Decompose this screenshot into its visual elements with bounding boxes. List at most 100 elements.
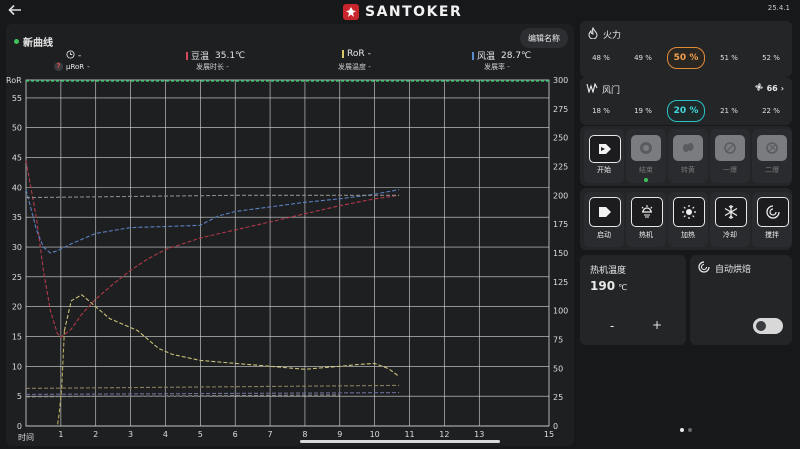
control-panel: 启动 热机 加热 冷却 搅拌 bbox=[580, 188, 792, 250]
stop-icon bbox=[631, 135, 661, 161]
damper-option[interactable]: 21 % bbox=[711, 101, 747, 121]
fan-icon bbox=[754, 82, 764, 94]
fire-power-option[interactable]: 49 % bbox=[625, 48, 661, 68]
y-left-tick-label: 55 bbox=[12, 94, 22, 103]
chevron-right-icon: › bbox=[780, 83, 784, 93]
phase-button-label: 转黄 bbox=[681, 166, 695, 174]
heat-sun-icon bbox=[673, 197, 705, 227]
fire-power-panel: 火力 48 % 49 % 50 % 51 % 52 % bbox=[580, 21, 792, 77]
x-tick-label: 11 bbox=[404, 430, 414, 439]
air-color-marker bbox=[472, 51, 474, 60]
control-button-label: 冷却 bbox=[723, 231, 737, 239]
control-button-label: 热机 bbox=[639, 231, 653, 239]
play-icon bbox=[589, 135, 621, 163]
increase-temp-button[interactable]: + bbox=[652, 318, 662, 332]
phase-button[interactable]: 二爆 bbox=[752, 129, 792, 183]
y-left-tick-label: 20 bbox=[12, 303, 22, 312]
auto-roast-header: 自动烘焙 bbox=[698, 261, 751, 276]
auto-roast-toggle[interactable] bbox=[753, 318, 783, 334]
fire-power-option[interactable]: 48 % bbox=[583, 48, 619, 68]
fire-power-header: 火力 bbox=[588, 26, 622, 42]
x-tick-label: 4 bbox=[163, 430, 168, 439]
control-button[interactable]: 启动 bbox=[584, 192, 624, 247]
flame-icon bbox=[588, 26, 598, 42]
time-readout: - bbox=[66, 50, 81, 62]
crack-one-icon bbox=[715, 135, 745, 161]
x-tick-label: 12 bbox=[439, 430, 449, 439]
phase-button[interactable]: 一爆 bbox=[710, 129, 750, 183]
damper-option[interactable]: 20 % bbox=[667, 100, 705, 122]
auto-roast-panel: 自动烘焙 bbox=[690, 255, 792, 345]
phase-button[interactable]: 开始 bbox=[584, 129, 624, 183]
ror-readout: RoR - bbox=[342, 49, 371, 59]
x-tick-label: 1 bbox=[58, 430, 63, 439]
fan-speed-readout[interactable]: 66 › bbox=[754, 82, 784, 94]
series-line-2 bbox=[25, 194, 400, 199]
phase-button-label: 结束 bbox=[639, 166, 653, 174]
x-tick-label: 8 bbox=[302, 430, 307, 439]
decrease-temp-button[interactable]: - bbox=[610, 319, 614, 333]
uror-readout: ? μRoR - bbox=[54, 62, 90, 71]
bean-temp-value: 35.1℃ bbox=[215, 50, 246, 61]
fan-speed-value: 66 bbox=[766, 83, 778, 93]
x-tick-label: 5 bbox=[198, 430, 203, 439]
damper-option[interactable]: 19 % bbox=[625, 101, 661, 121]
fire-power-option[interactable]: 50 % bbox=[667, 47, 705, 69]
control-button[interactable]: 加热 bbox=[668, 192, 708, 247]
preheat-temp-value: 190 bbox=[590, 279, 616, 293]
preheat-temp: 190 ℃ bbox=[590, 279, 627, 293]
control-button[interactable]: 热机 bbox=[626, 192, 666, 247]
y-right-tick-label: 250 bbox=[553, 134, 568, 143]
y-right-tick-label: 300 bbox=[553, 76, 568, 85]
phase-button[interactable]: 结束 bbox=[626, 129, 666, 183]
control-button[interactable]: 搅拌 bbox=[752, 192, 792, 247]
x-tick-label: 13 bbox=[474, 430, 484, 439]
y-left-tick-label: 25 bbox=[12, 273, 22, 282]
fire-power-option[interactable]: 51 % bbox=[711, 48, 747, 68]
preheat-temp-unit: ℃ bbox=[618, 283, 628, 292]
y-right-tick-label: 25 bbox=[553, 393, 563, 402]
y-left-tick-label: 10 bbox=[12, 362, 22, 371]
auto-roast-label: 自动烘焙 bbox=[715, 265, 752, 275]
y-left-tick-label: 0 bbox=[17, 422, 22, 431]
roast-chart[interactable]: 1 2 3 4 5 6 7 8 9 10 11 12 13 15051015202530354045505… bbox=[6, 74, 574, 446]
x-tick-label: 9 bbox=[337, 430, 342, 439]
roast-chart-card: 新曲线 编辑名称 - ? μRoR - 豆温 35.1℃ 发展时长 - RoR … bbox=[6, 24, 574, 446]
bean-icon bbox=[673, 135, 703, 161]
x-axis-label: 时间 bbox=[18, 432, 34, 442]
x-tick-label: 6 bbox=[233, 430, 238, 439]
y-left-tick-label: 15 bbox=[12, 333, 22, 342]
ror-color-marker bbox=[342, 50, 344, 58]
uror-value: - bbox=[87, 62, 90, 71]
page-dot-active[interactable] bbox=[680, 428, 684, 432]
home-indicator[interactable] bbox=[300, 440, 500, 443]
fire-power-options: 48 % 49 % 50 % 51 % 52 % bbox=[580, 47, 792, 69]
phase-button[interactable]: 转黄 bbox=[668, 129, 708, 183]
y-right-tick-label: 175 bbox=[553, 220, 568, 229]
x-tick-label: 3 bbox=[128, 430, 133, 439]
y-left-tick-label: 30 bbox=[12, 243, 22, 252]
control-button-label: 启动 bbox=[597, 231, 611, 239]
y-left-tick-label: 40 bbox=[12, 183, 22, 192]
arrow-left-icon[interactable] bbox=[8, 3, 22, 21]
chart-series bbox=[25, 160, 400, 427]
phase-panel: 开始 结束 转黄 一爆 二爆 bbox=[580, 126, 792, 186]
brand-name: SANTOKER bbox=[365, 4, 463, 20]
brand-logo: SANTOKER bbox=[343, 2, 462, 22]
control-button[interactable]: 冷却 bbox=[710, 192, 750, 247]
clock-icon bbox=[66, 50, 75, 62]
bean-temp-readout: 豆温 35.1℃ bbox=[186, 49, 245, 62]
damper-option[interactable]: 22 % bbox=[753, 101, 789, 121]
damper-option[interactable]: 18 % bbox=[583, 101, 619, 121]
rename-button[interactable]: 编辑名称 bbox=[520, 28, 568, 48]
y-right-tick-label: 50 bbox=[553, 364, 563, 373]
dev-time-label: 发展时长 - bbox=[196, 63, 229, 71]
plot-frame bbox=[25, 79, 550, 427]
fire-power-label: 火力 bbox=[603, 31, 622, 41]
y-right-tick-label: 0 bbox=[553, 422, 558, 431]
help-icon[interactable]: ? bbox=[54, 62, 63, 71]
page-dot[interactable] bbox=[688, 428, 692, 432]
crack-two-icon bbox=[757, 135, 787, 161]
y-right-tick-label: 275 bbox=[553, 105, 568, 114]
fire-power-option[interactable]: 52 % bbox=[753, 48, 789, 68]
